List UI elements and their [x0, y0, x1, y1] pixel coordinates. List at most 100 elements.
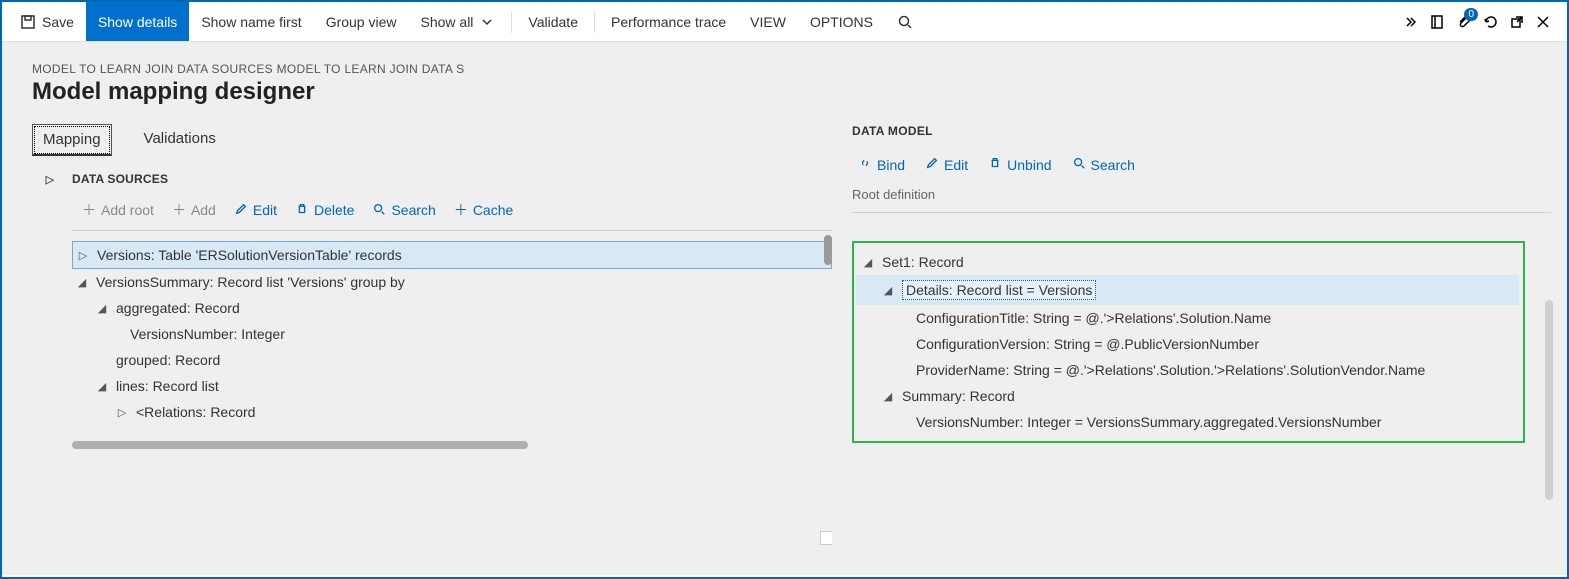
scrollbar-vertical[interactable]	[824, 235, 832, 265]
tree-label: ConfigurationVersion: String = @.PublicV…	[916, 336, 1259, 352]
trash-icon	[295, 202, 309, 219]
edit-button[interactable]: Edit	[234, 202, 277, 219]
columns: Mapping Validations ▷ DATA SOURCES ＋ Add…	[32, 124, 1551, 575]
breadcrumb: MODEL TO LEARN JOIN DATA SOURCES MODEL T…	[32, 62, 1551, 76]
toolbar-right: 0	[1403, 13, 1561, 31]
add-root-button[interactable]: ＋ Add root	[82, 200, 154, 220]
save-icon	[20, 14, 36, 30]
tree-row[interactable]: ProviderName: String = @.'>Relations'.So…	[856, 357, 1519, 383]
separator	[594, 11, 595, 33]
chevron-down-icon[interactable]: ◢	[882, 390, 894, 403]
left-column: Mapping Validations ▷ DATA SOURCES ＋ Add…	[32, 124, 832, 575]
view-button[interactable]: VIEW	[738, 2, 798, 41]
cache-button[interactable]: ＋ Cache	[454, 200, 513, 220]
tree-row[interactable]: VersionsNumber: Integer	[72, 321, 832, 347]
scrollbar-horizontal[interactable]	[72, 441, 528, 449]
search-icon	[897, 14, 913, 30]
toolbar: Save Show details Show name first Group …	[2, 2, 1567, 42]
tree-label: VersionsNumber: Integer	[130, 326, 285, 342]
tree-row[interactable]: ◢ Summary: Record	[856, 383, 1519, 409]
data-sources-tree: ▷ Versions: Table 'ERSolutionVersionTabl…	[72, 230, 832, 575]
unbind-label: Unbind	[1007, 157, 1051, 173]
tree-row[interactable]: ConfigurationTitle: String = @.'>Relatio…	[856, 305, 1519, 331]
data-sources-header-label: DATA SOURCES	[72, 172, 168, 186]
bind-button[interactable]: Bind	[858, 156, 905, 173]
chevron-right-icon[interactable]: ▷	[44, 173, 56, 185]
save-button[interactable]: Save	[8, 2, 86, 41]
group-view-button[interactable]: Group view	[314, 2, 409, 41]
tree-label: ConfigurationTitle: String = @.'>Relatio…	[916, 310, 1271, 326]
nav-icon[interactable]	[1403, 14, 1419, 30]
chevron-right-icon[interactable]: ▷	[116, 406, 128, 419]
tree-row[interactable]: ◢ aggregated: Record	[72, 295, 832, 321]
chevron-down-icon[interactable]: ◢	[76, 276, 88, 289]
search-icon	[1072, 156, 1086, 173]
scrollbar-vertical[interactable]	[1545, 300, 1553, 500]
root-definition-label: Root definition	[852, 183, 1551, 212]
tree-row[interactable]: ▷ <Relations: Record	[72, 399, 832, 425]
performance-trace-button[interactable]: Performance trace	[599, 2, 738, 41]
chevron-down-icon[interactable]: ◢	[862, 256, 874, 269]
chevron-down-icon[interactable]: ◢	[882, 284, 894, 297]
dm-search-button[interactable]: Search	[1072, 156, 1135, 173]
tree-label: VersionsSummary: Record list 'Versions' …	[96, 274, 405, 290]
data-sources-header: ▷ DATA SOURCES	[32, 164, 832, 196]
chevron-down-icon	[479, 14, 495, 30]
unbind-button[interactable]: Unbind	[988, 156, 1051, 173]
chevron-right-icon[interactable]: ▷	[77, 249, 89, 262]
tab-validations[interactable]: Validations	[144, 124, 216, 156]
data-model-tree-highlighted: ◢ Set1: Record ◢ Details: Record list = …	[852, 241, 1525, 443]
attach-button[interactable]: 0	[1455, 13, 1473, 31]
tree-label: Details: Record list = Versions	[902, 280, 1096, 300]
tree-row[interactable]: ◢ VersionsSummary: Record list 'Versions…	[72, 269, 832, 295]
tree-row[interactable]: grouped: Record	[72, 347, 832, 373]
tree-row[interactable]: ◢ Details: Record list = Versions	[856, 275, 1519, 305]
tree-label: ProviderName: String = @.'>Relations'.So…	[916, 362, 1425, 378]
show-name-first-button[interactable]: Show name first	[189, 2, 313, 41]
trash-icon	[988, 156, 1002, 173]
validate-button[interactable]: Validate	[516, 2, 590, 41]
tree-row[interactable]: ▷ Versions: Table 'ERSolutionVersionTabl…	[72, 241, 832, 269]
show-all-button[interactable]: Show all	[409, 2, 508, 41]
separator	[511, 11, 512, 33]
chevron-down-icon[interactable]: ◢	[96, 302, 108, 315]
data-model-actions: Bind Edit Unbind Search	[852, 152, 1551, 183]
show-all-label: Show all	[421, 14, 474, 30]
tab-mapping-label: Mapping	[43, 131, 101, 148]
office-icon[interactable]	[1429, 14, 1445, 30]
validate-label: Validate	[528, 14, 578, 30]
pencil-icon	[925, 156, 939, 173]
page-title: Model mapping designer	[32, 78, 1551, 106]
options-button[interactable]: OPTIONS	[798, 2, 885, 41]
data-model-header: DATA MODEL	[852, 124, 1551, 152]
add-button[interactable]: ＋ Add	[172, 200, 216, 220]
group-view-label: Group view	[326, 14, 397, 30]
toolbar-left: Save Show details Show name first Group …	[8, 2, 925, 41]
tree-label: lines: Record list	[116, 378, 219, 394]
chevron-down-icon[interactable]: ◢	[96, 380, 108, 393]
ds-search-button[interactable]: Search	[372, 202, 435, 219]
popout-icon[interactable]	[1509, 14, 1525, 30]
plus-icon: ＋	[82, 200, 96, 220]
dm-edit-button[interactable]: Edit	[925, 156, 968, 173]
tree-row[interactable]: ConfigurationVersion: String = @.PublicV…	[856, 331, 1519, 357]
edit-label: Edit	[253, 202, 277, 218]
close-icon[interactable]	[1535, 14, 1551, 30]
show-name-first-label: Show name first	[201, 14, 301, 30]
tab-mapping[interactable]: Mapping	[32, 124, 112, 156]
show-details-label: Show details	[98, 14, 177, 30]
tree-row[interactable]: ◢ lines: Record list	[72, 373, 832, 399]
refresh-icon[interactable]	[1483, 14, 1499, 30]
dm-search-label: Search	[1091, 157, 1135, 173]
dm-edit-label: Edit	[944, 157, 968, 173]
tree-row[interactable]: VersionsNumber: Integer = VersionsSummar…	[856, 409, 1519, 435]
tabs: Mapping Validations	[32, 124, 832, 156]
add-root-label: Add root	[101, 202, 154, 218]
toolbar-search-button[interactable]	[885, 2, 925, 41]
performance-trace-label: Performance trace	[611, 14, 726, 30]
tree-row[interactable]: ◢ Set1: Record	[856, 249, 1519, 275]
scroll-corner	[820, 531, 832, 545]
show-details-button[interactable]: Show details	[86, 2, 189, 41]
delete-button[interactable]: Delete	[295, 202, 354, 219]
divider	[852, 212, 1551, 213]
